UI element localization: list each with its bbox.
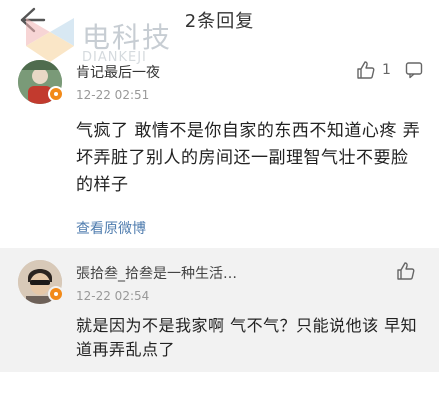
timestamp: 12-22 02:51	[76, 88, 150, 102]
view-original-link[interactable]: 查看原微博	[76, 218, 146, 238]
thumbs-up-icon[interactable]	[356, 60, 376, 80]
main-comment: 肯记最后一夜 12-22 02:51 1 气疯了 敢情不是你自家的东西不知道心疼…	[0, 48, 439, 246]
watermark-logo: 电科技 DIANKEJI	[20, 14, 200, 70]
like-button[interactable]: 1	[356, 60, 423, 80]
verified-badge-icon	[48, 286, 64, 302]
page-background	[0, 372, 439, 412]
verified-badge-icon	[48, 86, 64, 102]
timestamp: 12-22 02:54	[76, 289, 150, 303]
username[interactable]: 張拾叁_拾叁是一种生活…	[76, 263, 237, 283]
brand-logo-icon	[26, 18, 74, 62]
reply-comment: 張拾叁_拾叁是一种生活… 12-22 02:54 就是因为不是我家啊 气不气？只…	[0, 248, 439, 372]
like-count: 1	[382, 62, 391, 78]
comment-text: 气疯了 敢情不是你自家的东西不知道心疼 弄坏弄脏了别人的房间还一副理智气壮不要脸…	[76, 121, 421, 195]
like-button[interactable]	[396, 261, 416, 281]
comment-text: 就是因为不是我家啊 气不气？只能说他该 早知道再弄乱点了	[76, 316, 418, 359]
watermark-subtext: DIANKEJI	[82, 50, 147, 65]
thumbs-up-icon[interactable]	[396, 261, 416, 281]
reply-icon[interactable]	[405, 61, 423, 79]
